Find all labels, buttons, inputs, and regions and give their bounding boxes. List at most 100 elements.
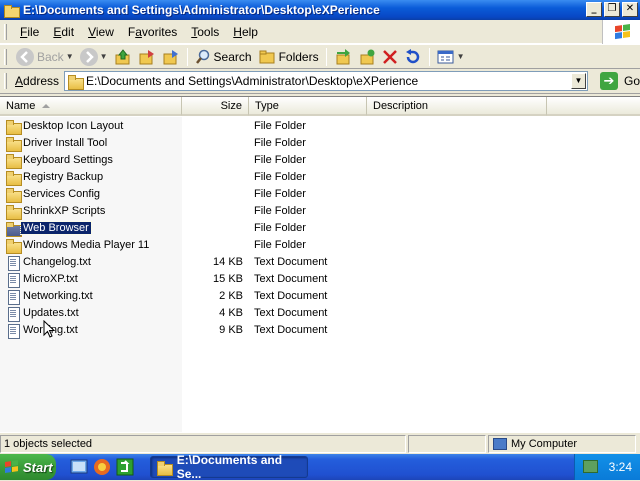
item-name: Changelog.txt: [23, 256, 91, 268]
forward-arrow-icon: [79, 47, 98, 66]
list-item[interactable]: Windows Media Player 11 File Folder: [0, 237, 640, 254]
list-item[interactable]: Services Config File Folder: [0, 186, 640, 203]
menu-file[interactable]: File: [13, 25, 46, 39]
toolbar-separator: [325, 47, 327, 66]
copy-to-folder-button[interactable]: [355, 46, 379, 68]
search-button[interactable]: Search: [192, 46, 255, 68]
views-button[interactable]: ▼: [434, 46, 468, 68]
copy-folder-icon: [360, 49, 375, 64]
start-button[interactable]: Start: [0, 454, 56, 480]
search-icon: [195, 49, 209, 64]
folder-icon: [6, 222, 22, 237]
text-document-icon: [6, 273, 21, 288]
title-bar[interactable]: E:\Documents and Settings\Administrator\…: [0, 0, 640, 20]
folder-icon: [6, 120, 22, 135]
window-controls: _ ❐ ✕: [586, 2, 638, 17]
copy-to-button[interactable]: [159, 46, 183, 68]
text-document-icon: [6, 256, 21, 271]
item-type: File Folder: [254, 222, 306, 234]
status-size: [408, 434, 486, 453]
toolbar-grip[interactable]: [4, 23, 7, 40]
folder-icon: [6, 154, 22, 169]
list-item[interactable]: Desktop Icon Layout File Folder: [0, 118, 640, 135]
menu-help[interactable]: Help: [226, 25, 265, 39]
item-type: Text Document: [254, 273, 328, 285]
system-tray: 3:24: [574, 454, 640, 480]
delete-button[interactable]: [379, 46, 401, 68]
item-size: 4 KB: [219, 307, 243, 319]
list-item[interactable]: Web Browser File Folder: [0, 220, 640, 237]
list-item[interactable]: Changelog.txt 14 KB Text Document: [0, 254, 640, 271]
address-bar: Address E:\Documents and Settings\Admini…: [0, 69, 640, 94]
tray-app-icon[interactable]: [583, 460, 598, 473]
folder-icon: [6, 171, 22, 186]
item-size: 9 KB: [219, 324, 243, 336]
go-button[interactable]: ➔ Go: [600, 72, 640, 90]
chevron-down-icon[interactable]: ▼: [66, 52, 74, 61]
file-list[interactable]: Name Size Type Description Desktop Icon …: [0, 96, 640, 433]
address-dropdown-button[interactable]: ▼: [571, 73, 586, 89]
list-item[interactable]: MicroXP.txt 15 KB Text Document: [0, 271, 640, 288]
item-name: MicroXP.txt: [23, 273, 78, 285]
list-item[interactable]: Networking.txt 2 KB Text Document: [0, 288, 640, 305]
move-to-icon: [139, 49, 154, 64]
folder-icon: [157, 461, 173, 476]
menu-edit[interactable]: Edit: [46, 25, 81, 39]
standard-toolbar: Back ▼ ▼ Search Folders ▼: [0, 44, 640, 69]
item-type: File Folder: [254, 205, 306, 217]
folder-icon: [6, 188, 22, 203]
minimize-button[interactable]: _: [586, 2, 602, 17]
list-item[interactable]: Driver Install Tool File Folder: [0, 135, 640, 152]
item-name: ShrinkXP Scripts: [23, 205, 106, 217]
menu-view[interactable]: View: [81, 25, 121, 39]
undo-button[interactable]: [401, 46, 425, 68]
address-input[interactable]: E:\Documents and Settings\Administrator\…: [64, 71, 588, 91]
delete-x-icon: [382, 49, 397, 64]
sort-ascending-icon: [42, 104, 50, 108]
move-to-folder-button[interactable]: [331, 46, 355, 68]
folder-icon: [4, 4, 20, 18]
list-item[interactable]: Keyboard Settings File Folder: [0, 152, 640, 169]
folder-icon: [6, 205, 22, 220]
folders-icon: [259, 50, 275, 63]
list-item[interactable]: Working.txt9 KBText Document: [0, 322, 640, 339]
toolbar-grip[interactable]: [4, 48, 7, 65]
taskbar-window-button[interactable]: E:\Documents and Se...: [150, 453, 308, 481]
toolbar-grip[interactable]: [4, 73, 7, 89]
clock[interactable]: 3:24: [609, 460, 632, 474]
list-item[interactable]: Updates.txt 4 KB Text Document: [0, 305, 640, 322]
folders-button[interactable]: Folders: [255, 46, 322, 68]
list-item[interactable]: Registry Backup File Folder: [0, 169, 640, 186]
item-size: 14 KB: [213, 256, 243, 268]
menu-bar: File Edit View Favorites Tools Help: [0, 20, 640, 44]
folder-up-icon: [115, 48, 130, 64]
close-button[interactable]: ✕: [622, 2, 638, 17]
up-folder-button[interactable]: [111, 46, 135, 68]
item-type: File Folder: [254, 171, 306, 183]
chevron-down-icon[interactable]: ▼: [100, 52, 108, 61]
show-desktop-icon[interactable]: [70, 458, 88, 476]
menu-favorites[interactable]: Favorites: [121, 25, 184, 39]
maximize-button[interactable]: ❐: [604, 2, 620, 17]
text-document-icon: [6, 307, 21, 322]
list-header: Name Size Type Description: [0, 97, 640, 116]
media-player-icon[interactable]: [116, 458, 134, 476]
views-icon: [437, 50, 454, 63]
forward-button[interactable]: ▼: [77, 46, 111, 68]
address-label: Address: [15, 74, 60, 88]
menu-tools[interactable]: Tools: [184, 25, 226, 39]
browser-icon[interactable]: [93, 458, 111, 476]
item-type: File Folder: [254, 188, 306, 200]
move-to-button[interactable]: [135, 46, 159, 68]
column-header-type[interactable]: Type: [249, 97, 367, 116]
column-header-name[interactable]: Name: [0, 97, 182, 116]
item-name: Web Browser: [20, 220, 92, 237]
list-item[interactable]: ShrinkXP Scripts File Folder: [0, 203, 640, 220]
windows-flag-icon: [5, 460, 19, 474]
back-button[interactable]: Back ▼: [13, 46, 77, 68]
column-header-size[interactable]: Size: [182, 97, 249, 116]
status-selection: 1 objects selected: [0, 434, 406, 453]
column-header-description[interactable]: Description: [367, 97, 547, 116]
window-title: E:\Documents and Settings\Administrator\…: [23, 3, 380, 17]
item-size: 2 KB: [219, 290, 243, 302]
